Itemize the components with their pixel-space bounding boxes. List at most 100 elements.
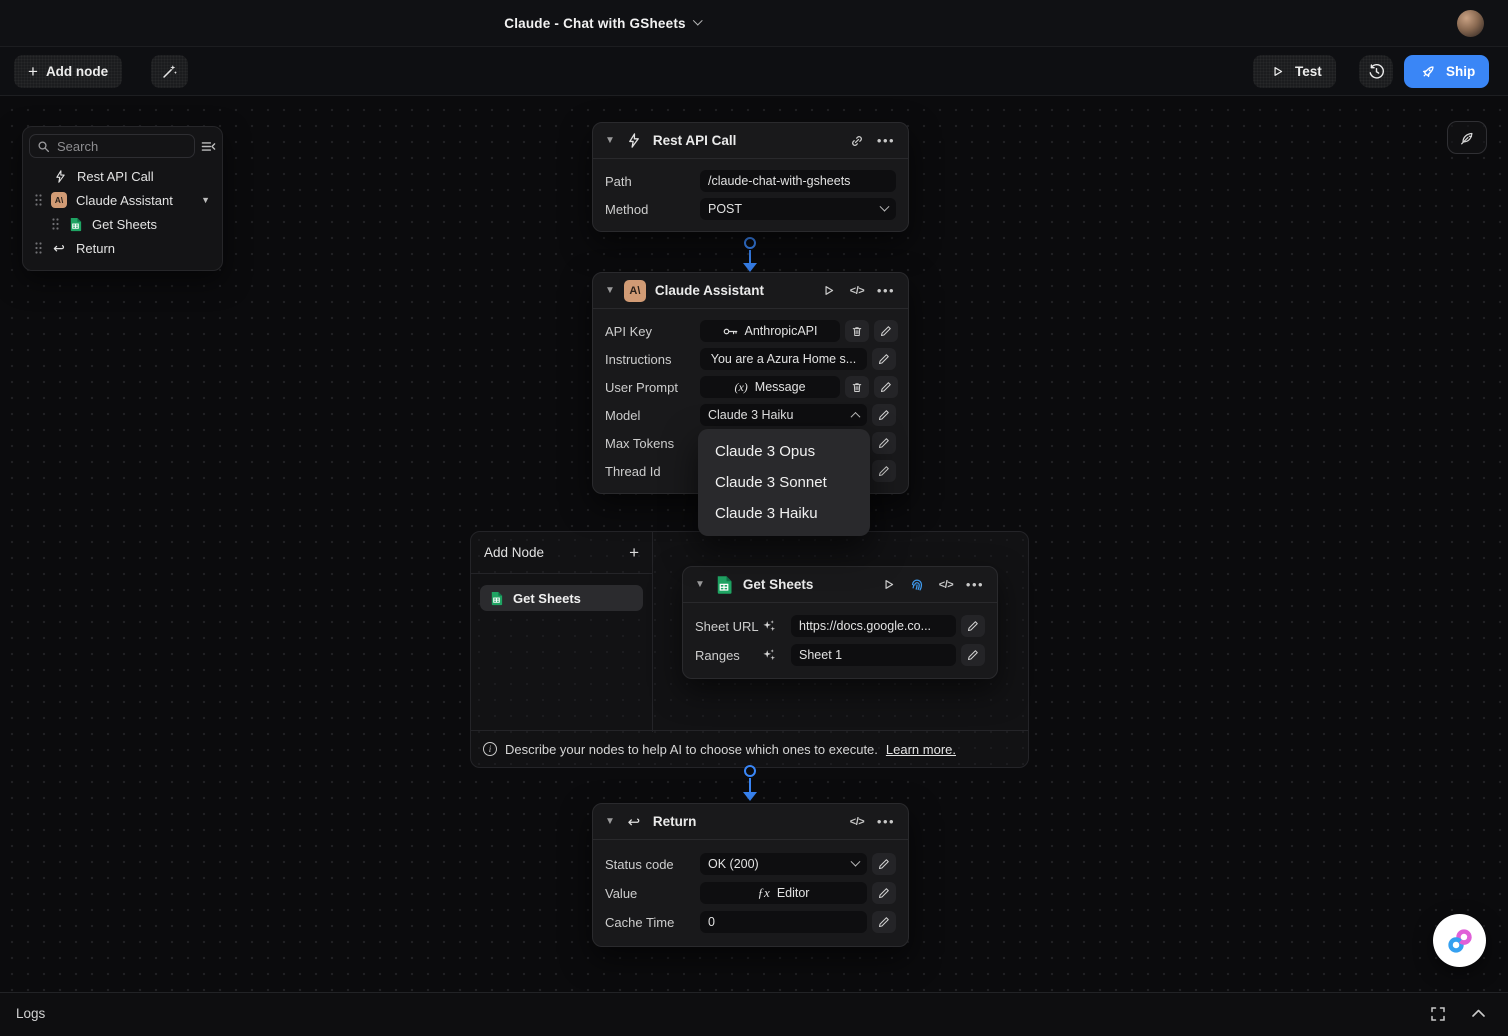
ai-sparkle-icon[interactable] xyxy=(761,618,791,634)
copy-endpoint-link-icon[interactable] xyxy=(847,131,867,151)
cache-time-field[interactable]: 0 xyxy=(700,911,867,933)
model-option-claude-3-sonnet[interactable]: Claude 3 Sonnet xyxy=(698,467,870,498)
return-node[interactable]: ▼ ↩ Return </> ••• Status code OK (200) … xyxy=(592,803,909,947)
test-button[interactable]: Test xyxy=(1253,55,1336,88)
edit-icon[interactable] xyxy=(874,320,898,342)
run-node-icon[interactable] xyxy=(818,281,838,301)
sidebar-item-rest-api-call[interactable]: Rest API Call xyxy=(29,164,216,188)
edge-connector[interactable] xyxy=(744,765,756,777)
expand-logs-icon[interactable] xyxy=(1471,1008,1486,1018)
logs-bar[interactable]: Logs xyxy=(0,992,1508,1036)
ship-button[interactable]: Ship xyxy=(1404,55,1489,88)
connector-arrow-icon xyxy=(743,263,757,272)
collapse-panel-icon[interactable] xyxy=(201,139,216,154)
group-item-get-sheets[interactable]: Get Sheets xyxy=(480,585,643,611)
workflow-title-menu[interactable]: Claude - Chat with GSheets xyxy=(504,0,701,47)
edge-connector[interactable] xyxy=(744,237,756,249)
sidebar-item-get-sheets[interactable]: Get Sheets xyxy=(29,212,216,236)
plus-icon[interactable]: + xyxy=(629,543,639,563)
run-node-icon[interactable] xyxy=(878,575,898,595)
field-label: Thread Id xyxy=(605,464,700,479)
buildship-logo-button[interactable] xyxy=(1433,914,1486,967)
sidebar-item-return[interactable]: ↩ Return xyxy=(29,236,216,260)
chevron-down-icon xyxy=(851,856,861,866)
node-menu-icon[interactable]: ••• xyxy=(876,281,896,301)
connector-port[interactable] xyxy=(744,237,756,249)
chevron-down-icon[interactable]: ▼ xyxy=(201,195,210,205)
top-bar: Claude - Chat with GSheets xyxy=(0,0,1508,47)
node-menu-icon[interactable]: ••• xyxy=(965,575,985,595)
field-label: Value xyxy=(605,886,700,901)
edit-icon[interactable] xyxy=(961,615,985,637)
ai-sparkle-icon[interactable] xyxy=(761,647,791,663)
sidebar-item-claude-assistant[interactable]: A\ Claude Assistant ▼ xyxy=(29,188,216,212)
collapse-node-icon[interactable]: ▼ xyxy=(605,136,615,146)
edit-icon[interactable] xyxy=(874,376,898,398)
instructions-value: You are a Azura Home s... xyxy=(711,352,856,366)
field-label: Sheet URL xyxy=(695,619,761,634)
drag-handle-icon[interactable] xyxy=(35,194,42,206)
connector-port[interactable] xyxy=(744,765,756,777)
path-field[interactable]: /claude-chat-with-gsheets xyxy=(700,170,896,192)
workflow-editor: Claude - Chat with GSheets + Add node xyxy=(0,0,1508,1036)
instructions-field[interactable]: You are a Azura Home s... xyxy=(700,348,867,370)
feather-icon xyxy=(1459,130,1475,146)
play-icon xyxy=(1267,62,1287,82)
code-icon[interactable]: </> xyxy=(847,812,867,832)
sidebar-item-label: Claude Assistant xyxy=(76,193,173,208)
connector-arrow-icon xyxy=(743,792,757,801)
user-avatar[interactable] xyxy=(1457,10,1484,37)
code-icon[interactable]: </> xyxy=(847,281,867,301)
node-menu-icon[interactable]: ••• xyxy=(876,812,896,832)
model-dropdown: Claude 3 Opus Claude 3 Sonnet Claude 3 H… xyxy=(698,429,870,536)
annotate-tool-button[interactable] xyxy=(1447,121,1487,154)
model-select[interactable]: Claude 3 Haiku xyxy=(700,404,867,426)
method-select[interactable]: POST xyxy=(700,198,896,220)
chevron-down-icon xyxy=(693,16,703,26)
edit-icon[interactable] xyxy=(872,348,896,370)
model-option-claude-3-haiku[interactable]: Claude 3 Haiku xyxy=(698,498,870,529)
chevron-down-icon xyxy=(880,201,890,211)
edit-icon[interactable] xyxy=(872,853,896,875)
drag-handle-icon[interactable] xyxy=(35,242,42,254)
ranges-field[interactable]: Sheet 1 xyxy=(791,644,956,666)
value-editor-button[interactable]: ƒx Editor xyxy=(700,882,867,904)
field-label: Max Tokens xyxy=(605,436,700,451)
learn-more-link[interactable]: Learn more. xyxy=(886,742,956,757)
fullscreen-icon[interactable] xyxy=(1430,1006,1446,1022)
api-key-chip[interactable]: AnthropicAPI xyxy=(700,320,840,342)
sheet-url-value: https://docs.google.co... xyxy=(799,619,931,633)
drag-handle-icon[interactable] xyxy=(52,218,59,230)
model-value: Claude 3 Haiku xyxy=(708,408,793,422)
edit-icon[interactable] xyxy=(872,432,896,454)
edit-icon[interactable] xyxy=(961,644,985,666)
collapse-node-icon[interactable]: ▼ xyxy=(695,580,705,590)
code-icon[interactable]: </> xyxy=(936,575,956,595)
ai-wand-button[interactable] xyxy=(151,55,188,88)
sheet-url-field[interactable]: https://docs.google.co... xyxy=(791,615,956,637)
delete-icon[interactable] xyxy=(845,376,869,398)
edit-icon[interactable] xyxy=(872,911,896,933)
delete-icon[interactable] xyxy=(845,320,869,342)
fx-icon: ƒx xyxy=(758,885,770,901)
edit-icon[interactable] xyxy=(872,882,896,904)
google-sheets-icon xyxy=(68,217,83,232)
version-history-button[interactable] xyxy=(1359,55,1393,88)
buildship-logo-icon xyxy=(1445,926,1475,956)
edit-icon[interactable] xyxy=(872,404,896,426)
node-menu-icon[interactable]: ••• xyxy=(876,131,896,151)
edit-icon[interactable] xyxy=(872,460,896,482)
rest-api-call-node[interactable]: ▼ Rest API Call ••• Path /cla xyxy=(592,122,909,232)
collapse-node-icon[interactable]: ▼ xyxy=(605,817,615,827)
user-prompt-chip[interactable]: (x) Message xyxy=(700,376,840,398)
model-option-claude-3-opus[interactable]: Claude 3 Opus xyxy=(698,436,870,467)
add-node-button[interactable]: + Add node xyxy=(14,55,122,88)
auth-fingerprint-icon[interactable] xyxy=(907,575,927,595)
status-code-select[interactable]: OK (200) xyxy=(700,853,867,875)
toolbar: + Add node Test xyxy=(0,47,1508,96)
sidebar-item-label: Return xyxy=(76,241,115,256)
node-title: Rest API Call xyxy=(653,133,737,148)
collapse-node-icon[interactable]: ▼ xyxy=(605,286,615,296)
search-input[interactable] xyxy=(57,139,187,154)
get-sheets-node[interactable]: ▼ Get Sheets </> ••• Sheet U xyxy=(682,566,998,679)
